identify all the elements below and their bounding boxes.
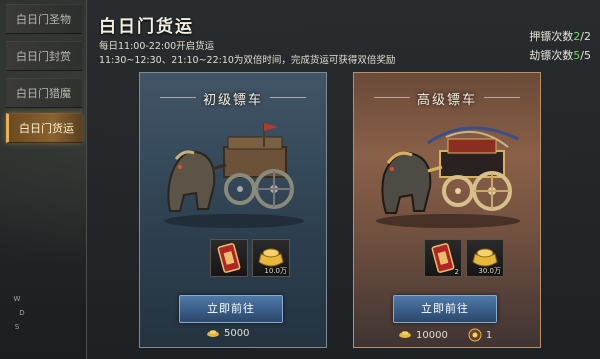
- cost-value: 5000: [224, 328, 250, 339]
- basic-go-now-button[interactable]: 立即前往: [179, 295, 283, 323]
- reward-slot-2[interactable]: 10.0万: [252, 239, 290, 277]
- reward-slot-1[interactable]: 2: [424, 239, 462, 277]
- minimap-compass: W D S: [4, 292, 30, 352]
- sidebar-item-demon-hunt[interactable]: 白日门猎魔: [6, 78, 82, 108]
- rob-count-total: /5: [580, 49, 591, 62]
- info-open-time: 每日11:00-22:00开启货运: [99, 41, 215, 52]
- attempt-counts: 押镖次数2/2 劫镖次数5/5: [529, 27, 591, 65]
- cargo-escort-panel: 白日门货运 每日11:00-22:00开启货运 11:30~12:30、21:1…: [86, 0, 600, 359]
- schedule-info: 每日11:00-22:00开启货运 11:30~12:30、21:10~22:1…: [99, 40, 395, 68]
- compass-west: W: [13, 295, 21, 303]
- advanced-go-now-button[interactable]: 立即前往: [393, 295, 497, 323]
- sidebar-item-label: 白日门圣物: [16, 13, 71, 26]
- advanced-cart-card[interactable]: 高级镖车 2 30.0万 立即前往 10000 1: [353, 72, 541, 348]
- escort-count-row: 押镖次数2/2: [529, 27, 591, 46]
- rob-count-row: 劫镖次数5/5: [529, 46, 591, 65]
- cart-title: 初级镖车: [202, 93, 263, 108]
- reward-count: 30.0万: [478, 267, 501, 275]
- escort-count-total: /2: [580, 30, 591, 43]
- basic-cart-cost: 5000: [206, 328, 249, 339]
- gold-ingot-icon: [399, 331, 411, 338]
- compass-south: S: [14, 323, 20, 331]
- basic-cart-card[interactable]: 初级镖车 10.0万 立即前往 5000: [139, 72, 327, 348]
- reward-slot-2[interactable]: 30.0万: [466, 239, 504, 277]
- sidebar-item-cargo-escort[interactable]: 白日门货运: [6, 113, 82, 143]
- advanced-cart-illustration: [376, 126, 520, 228]
- cost-value: 10000: [416, 329, 448, 341]
- page-title: 白日门货运: [99, 17, 194, 37]
- sidebar-item-rewards[interactable]: 白日门封赏: [6, 41, 82, 71]
- sidebar-item-label: 白日门封赏: [16, 50, 71, 63]
- escort-count-label: 押镖次数: [529, 30, 574, 43]
- sidebar-item-sacred-relics[interactable]: 白日门圣物: [6, 4, 82, 34]
- compass-east: D: [19, 309, 25, 317]
- extra-cost-value: 1: [485, 329, 493, 341]
- reward-count: 10.0万: [264, 267, 287, 275]
- sidebar-item-label: 白日门货运: [19, 122, 74, 135]
- token-icon: [468, 328, 482, 342]
- title-ornament-right: [484, 97, 520, 98]
- info-double-time: 11:30~12:30、21:10~22:10为双倍时间，完成货运可获得双倍奖励: [99, 55, 396, 66]
- advanced-cart-cost: 10000 1: [398, 328, 492, 342]
- rob-count-label: 劫镖次数: [529, 49, 574, 62]
- cart-title: 高级镖车: [416, 93, 477, 108]
- basic-cart-illustration: [164, 123, 304, 228]
- sidebar-item-label: 白日门猎魔: [16, 87, 71, 100]
- gold-ingot-icon: [207, 329, 219, 337]
- reward-count: 2: [454, 268, 459, 276]
- title-ornament-right: [270, 97, 306, 98]
- reward-slot-1[interactable]: [210, 239, 248, 277]
- red-scroll-icon: [217, 243, 241, 273]
- activity-sidebar: 白日门圣物 白日门封赏 白日门猎魔 白日门货运 W D S: [0, 0, 86, 359]
